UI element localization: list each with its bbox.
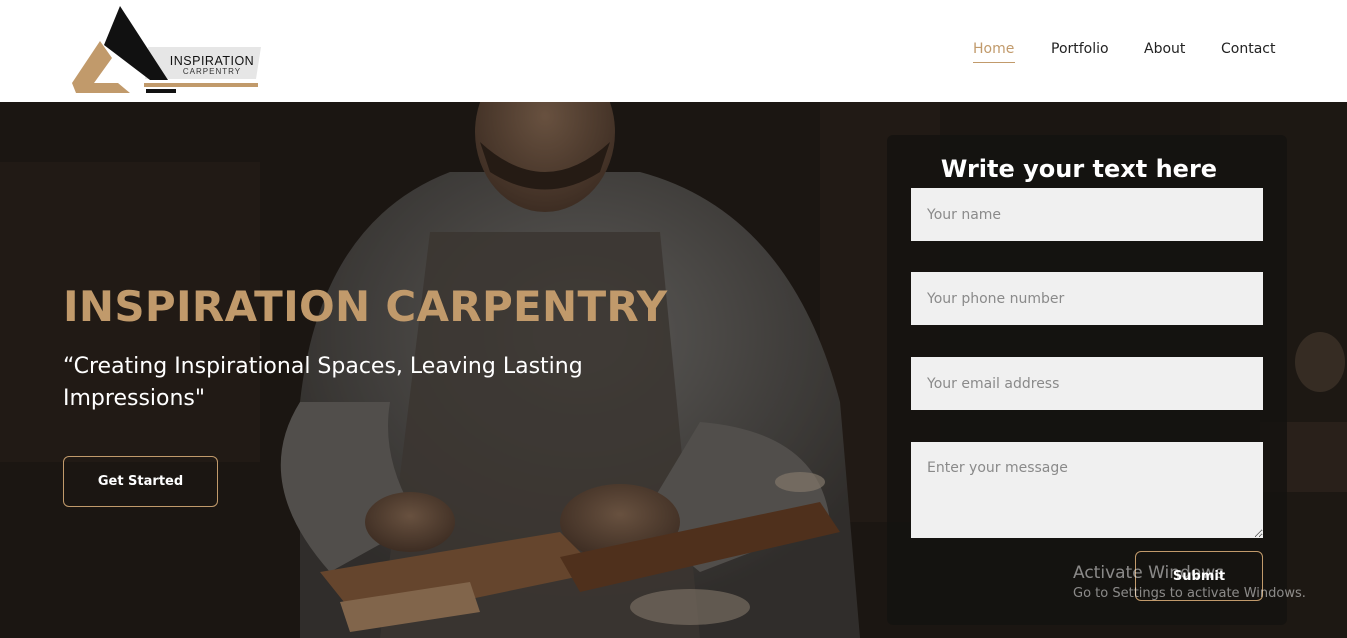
nav-home-label: Home — [973, 41, 1015, 57]
hero-tagline: “Creating Inspirational Spaces, Leaving … — [63, 354, 583, 411]
get-started-button[interactable]: Get Started — [63, 456, 218, 507]
nav-about[interactable]: About — [1144, 41, 1185, 57]
nav-portfolio[interactable]: Portfolio — [1051, 41, 1109, 57]
contact-form-panel: Write your text here Submit — [887, 135, 1287, 625]
site-header: INSPIRATION CARPENTRY Home Portfolio Abo… — [0, 0, 1347, 102]
nav-about-label: About — [1144, 41, 1186, 57]
hero-heading: INSPIRATION CARPENTRY — [63, 282, 668, 331]
logo-title: INSPIRATION — [169, 54, 255, 68]
nav-home[interactable]: Home — [973, 41, 1015, 63]
message-textarea[interactable] — [911, 442, 1263, 538]
nav-contact[interactable]: Contact — [1221, 41, 1275, 57]
hero-section: INSPIRATION CARPENTRY “Creating Inspirat… — [0, 102, 1347, 638]
nav-portfolio-label: Portfolio — [1051, 41, 1109, 57]
nav-active-underline — [973, 62, 1015, 63]
brand-logo[interactable]: INSPIRATION CARPENTRY — [70, 5, 265, 97]
form-title: Write your text here — [940, 155, 1218, 183]
phone-input[interactable] — [911, 272, 1263, 325]
logo-subtitle: CARPENTRY — [182, 67, 242, 76]
nav-contact-label: Contact — [1221, 41, 1276, 57]
submit-button[interactable]: Submit — [1135, 551, 1263, 601]
name-input[interactable] — [911, 188, 1263, 241]
email-input[interactable] — [911, 357, 1263, 410]
logo-mark-icon — [72, 6, 261, 93]
